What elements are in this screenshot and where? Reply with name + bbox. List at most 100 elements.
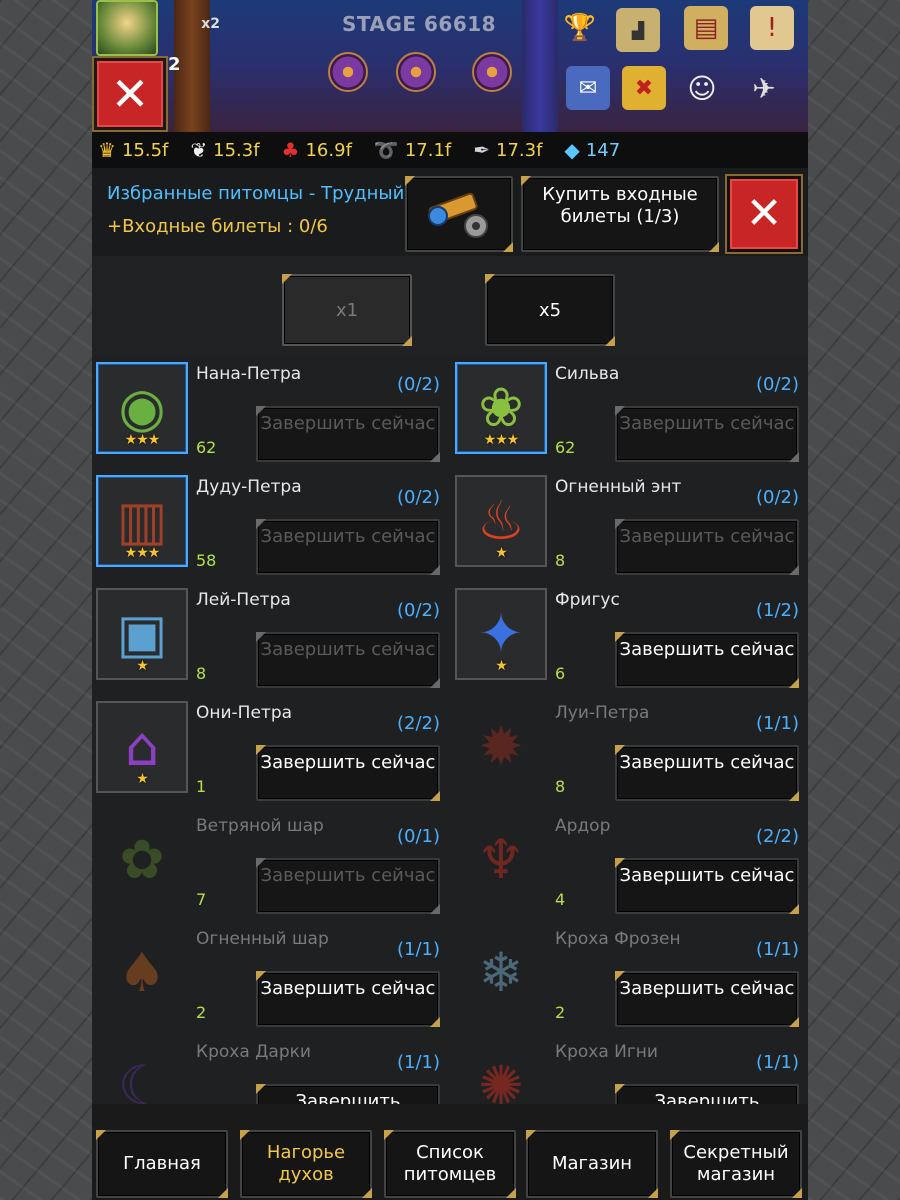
nav-spirit-hill-button[interactable]: Нагорье духов: [240, 1130, 372, 1198]
finish-now-button[interactable]: Завершить сейчас: [615, 858, 799, 914]
pet-igni-icon: ✺: [478, 1054, 524, 1105]
pet-card: ❄ Кроха Фрозен (1/1) 2 Завершить сейчас: [451, 921, 803, 1029]
gift-icon[interactable]: ✖: [622, 66, 666, 110]
finish-now-button[interactable]: Завершить: [256, 1084, 440, 1104]
currency-quill: ✒ 17.3f: [473, 138, 542, 162]
pet-lei-icon: ▣: [116, 602, 168, 665]
currency-berry: ♣ 16.9f: [282, 138, 352, 162]
pet-level: 2: [196, 1003, 207, 1022]
pet-avatar[interactable]: ❄: [455, 927, 547, 1019]
pet-name: Сильва: [555, 364, 620, 384]
bird-icon[interactable]: ✈: [742, 66, 786, 110]
currency-value: 15.5f: [121, 139, 169, 161]
pet-avatar[interactable]: ❀ ★★★: [455, 362, 547, 454]
crown-icon: ♛: [98, 138, 116, 162]
diamond-icon: ◆: [564, 138, 580, 162]
pet-level: 4: [555, 890, 566, 909]
angel-icon[interactable]: ☺: [680, 66, 724, 110]
pet-avatar[interactable]: ⌂ ★: [96, 701, 188, 793]
pet-count: (1/2): [755, 600, 799, 621]
hero-portrait[interactable]: [96, 0, 158, 56]
pet-name: Кроха Фрозен: [555, 929, 681, 949]
pet-frigus-icon: ✦: [478, 602, 524, 665]
ranking-icon[interactable]: ▟: [616, 8, 660, 52]
pet-frozen-icon: ❄: [478, 941, 524, 1004]
chat-icon[interactable]: ✉: [566, 66, 610, 110]
pet-darky-icon: ☾: [117, 1054, 167, 1105]
pet-avatar[interactable]: ♆: [455, 814, 547, 906]
pet-name: Они-Петра: [196, 703, 293, 723]
pet-avatar[interactable]: ✹: [455, 701, 547, 793]
pet-lui-icon: ✹: [478, 715, 524, 778]
pet-avatar[interactable]: ♠: [96, 927, 188, 1019]
pet-name: Кроха Игни: [555, 1042, 658, 1062]
pet-level: 2: [555, 1003, 566, 1022]
finish-now-button[interactable]: Завершить: [615, 1084, 799, 1104]
currency-bar: ♛ 15.5f ❦ 15.3f ♣ 16.9f ➰ 17.1f ✒ 17.3f …: [92, 132, 808, 168]
telescope-settings-button[interactable]: [405, 176, 513, 252]
pet-name: Огненный энт: [555, 477, 682, 497]
pet-card: ◉ ★★★ Нана-Петра (0/2) 62 Завершить сейч…: [92, 356, 444, 464]
pet-name: Луи-Петра: [555, 703, 650, 723]
nav-secret-shop-button[interactable]: Секретный магазин: [670, 1130, 802, 1198]
finish-now-button[interactable]: Завершить сейчас: [256, 745, 440, 801]
trophy-icon[interactable]: 🏆: [558, 6, 602, 50]
pet-name: Ветряной шар: [196, 816, 324, 836]
buy-tickets-button[interactable]: Купить входные билеты (1/3): [521, 176, 719, 252]
star-rating: ★: [495, 545, 508, 561]
star-rating: ★★★: [124, 545, 161, 561]
pet-count: (0/1): [396, 826, 440, 847]
orb-icon: [396, 52, 436, 92]
pet-avatar[interactable]: ✺: [455, 1040, 547, 1105]
finish-now-button[interactable]: Завершить сейчас: [256, 406, 440, 462]
finish-now-button[interactable]: Завершить сейчас: [256, 632, 440, 688]
pet-dudu-icon: ▥: [116, 489, 168, 552]
pet-count: (0/2): [396, 600, 440, 621]
book-icon[interactable]: ▤: [684, 6, 728, 50]
finish-now-button[interactable]: Завершить сейчас: [256, 971, 440, 1027]
nav-shop-button[interactable]: Магазин: [526, 1130, 658, 1198]
pet-avatar[interactable]: ♨ ★: [455, 475, 547, 567]
pet-avatar[interactable]: ☾: [96, 1040, 188, 1105]
pet-name: Нана-Петра: [196, 364, 302, 384]
pet-count: (2/2): [755, 826, 799, 847]
pet-grid: ◉ ★★★ Нана-Петра (0/2) 6 2 Завершить сейч…: [92, 356, 808, 1104]
pet-avatar[interactable]: ✿: [96, 814, 188, 906]
pet-avatar[interactable]: ✦ ★: [455, 588, 547, 680]
pet-avatar[interactable]: ◉ ★★★: [96, 362, 188, 454]
currency-value: 15.3f: [213, 139, 260, 161]
pet-card: ▥ ★★★ Дуду-Петра (0/2) 58 Завершить сейч…: [92, 469, 444, 577]
multiplier-x1-button[interactable]: x1: [282, 274, 412, 346]
pet-level: 58: [196, 551, 217, 570]
finish-now-button[interactable]: Завершить сейчас: [615, 745, 799, 801]
telescope-icon: [428, 192, 488, 238]
dungeon-title: Избранные питомцы - Трудный: [107, 183, 405, 204]
pet-ardor-icon: ♆: [476, 828, 526, 891]
close-button[interactable]: ✕: [725, 174, 803, 254]
pet-avatar[interactable]: ▥ ★★★: [96, 475, 188, 567]
speed-button[interactable]: x2: [184, 8, 220, 36]
close-game-button[interactable]: ✕: [92, 56, 168, 132]
pet-count: (1/1): [396, 1052, 440, 1073]
currency-value: 147: [585, 139, 621, 161]
finish-now-button[interactable]: Завершить сейчас: [615, 519, 799, 575]
scroll-alert-icon[interactable]: !: [750, 6, 794, 50]
multiplier-x5-button[interactable]: x5: [485, 274, 615, 346]
pet-card: ☾ Кроха Дарки (1/1) Завершить: [92, 1034, 444, 1104]
pet-level: 1: [196, 777, 207, 796]
pet-card: ✦ ★ Фригус (1/2) 6 Завершить сейчас: [451, 582, 803, 690]
nav-home-button[interactable]: Главная: [96, 1130, 228, 1198]
finish-now-button[interactable]: Завершить сейчас: [615, 971, 799, 1027]
nav-pet-list-button[interactable]: Список питомцев: [384, 1130, 516, 1198]
pet-level: 6: [555, 664, 566, 683]
finish-now-button[interactable]: Завершить сейчас: [256, 858, 440, 914]
finish-now-button[interactable]: Завершить сейчас: [615, 632, 799, 688]
finish-now-button[interactable]: Завершить сейчас: [256, 519, 440, 575]
hero-level: 2: [168, 54, 181, 75]
bottom-nav: Главная Нагорье духов Список питомцев Ма…: [92, 1104, 808, 1200]
pet-count: (1/1): [755, 939, 799, 960]
finish-now-button[interactable]: Завершить сейчас: [615, 406, 799, 462]
pet-oni-icon: ⌂: [124, 715, 160, 778]
berry-icon: ♣: [281, 138, 300, 162]
pet-avatar[interactable]: ▣ ★: [96, 588, 188, 680]
